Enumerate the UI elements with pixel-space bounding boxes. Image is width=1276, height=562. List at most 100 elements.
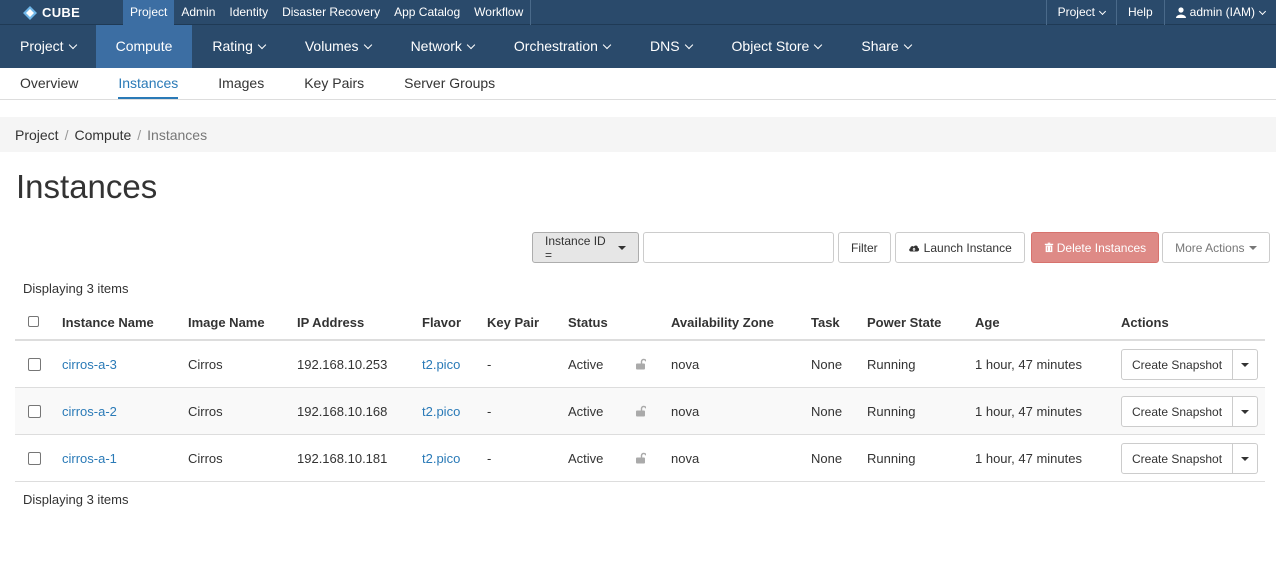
tab-key-pairs[interactable]: Key Pairs: [304, 68, 364, 99]
cloud-upload-icon: [908, 245, 919, 251]
chevron-down-icon: [68, 40, 77, 49]
caret-down-icon: [618, 245, 626, 250]
flavor-link[interactable]: t2.pico: [422, 357, 460, 372]
delete-instances-button[interactable]: Delete Instances: [1030, 232, 1160, 263]
power-state: Running: [867, 403, 916, 419]
table-row: cirros-a-3 Cirros 192.168.10.253 t2.pico…: [15, 341, 1265, 388]
create-snapshot-button[interactable]: Create Snapshot: [1121, 443, 1234, 474]
table-row: cirros-a-2 Cirros 192.168.10.168 t2.pico…: [15, 388, 1265, 435]
nav-share-label: Share: [861, 38, 899, 54]
filter-field-select[interactable]: Instance ID =: [532, 232, 639, 263]
nav-rating-label: Rating: [212, 38, 253, 54]
user-menu-label: admin (IAM): [1189, 5, 1255, 19]
project-dropdown[interactable]: Project: [1045, 0, 1116, 25]
topnav-admin[interactable]: Admin: [174, 0, 222, 25]
row-checkbox[interactable]: [28, 405, 41, 421]
nav-object-store[interactable]: Object Store: [712, 25, 842, 68]
nav-dns[interactable]: DNS: [630, 25, 712, 68]
topnav-workflow[interactable]: Workflow: [467, 0, 530, 25]
key-pair: -: [487, 356, 492, 372]
user-icon: [1175, 7, 1186, 18]
nav-network[interactable]: Network: [391, 25, 494, 68]
item-count-top: Displaying 3 items: [23, 281, 129, 296]
header-key-pair[interactable]: Key Pair: [487, 315, 539, 330]
chevron-down-icon: [1258, 7, 1267, 15]
trash-icon: [1044, 242, 1053, 253]
instance-name-link[interactable]: cirros-a-1: [62, 451, 117, 466]
instance-name-link[interactable]: cirros-a-2: [62, 404, 117, 419]
row-actions-dropdown-toggle[interactable]: [1233, 396, 1259, 427]
checkbox-box: [28, 358, 41, 371]
more-actions-button[interactable]: More Actions: [1162, 232, 1270, 263]
tab-images[interactable]: Images: [218, 68, 264, 99]
launch-instance-button[interactable]: Launch Instance: [894, 232, 1025, 263]
tab-instances[interactable]: Instances: [118, 68, 178, 99]
tab-overview[interactable]: Overview: [20, 68, 78, 99]
header-ip-address[interactable]: IP Address: [297, 315, 364, 330]
nav-compute-label: Compute: [115, 38, 173, 54]
task: None: [811, 403, 843, 419]
chevron-down-icon: [1098, 7, 1107, 15]
instance-name-link[interactable]: cirros-a-3: [62, 357, 117, 372]
filter-button[interactable]: Filter: [838, 232, 891, 263]
chevron-down-icon: [466, 40, 476, 49]
header-task[interactable]: Task: [811, 315, 840, 330]
table-toolbar: Instance ID = Filter Launch Instance Del…: [532, 232, 1270, 263]
topnav-project[interactable]: Project: [123, 0, 175, 25]
top-nav: Project Admin Identity Disaster Recovery…: [123, 0, 532, 25]
row-actions-dropdown-toggle[interactable]: [1233, 349, 1259, 380]
select-all-checkbox[interactable]: [28, 315, 39, 330]
header-flavor[interactable]: Flavor: [422, 315, 461, 330]
nav-volumes[interactable]: Volumes: [285, 25, 391, 68]
create-snapshot-button[interactable]: Create Snapshot: [1121, 396, 1234, 427]
row-actions-dropdown-toggle[interactable]: [1233, 443, 1259, 474]
more-actions-label: More Actions: [1175, 240, 1245, 255]
chevron-down-icon: [684, 40, 693, 49]
checkbox-box: [28, 452, 41, 465]
flavor-link[interactable]: t2.pico: [422, 451, 460, 466]
breadcrumb-project[interactable]: Project: [15, 127, 59, 143]
breadcrumb-compute[interactable]: Compute: [74, 127, 131, 143]
row-actions: Create Snapshot: [1121, 443, 1259, 474]
project-dropdown-label: Project: [1057, 5, 1095, 19]
availability-zone: nova: [671, 356, 700, 372]
launch-instance-label: Launch Instance: [923, 240, 1012, 255]
topnav-app-catalog[interactable]: App Catalog: [387, 0, 467, 25]
checkbox-box: [28, 405, 41, 418]
user-menu[interactable]: admin (IAM): [1163, 0, 1276, 25]
nav-orchestration[interactable]: Orchestration: [494, 25, 630, 68]
header-age[interactable]: Age: [975, 315, 1000, 330]
nav-orchestration-label: Orchestration: [513, 38, 598, 54]
create-snapshot-button[interactable]: Create Snapshot: [1121, 349, 1234, 380]
image-name: Cirros: [188, 356, 223, 372]
header-availability-zone[interactable]: Availability Zone: [671, 315, 774, 330]
header-status[interactable]: Status: [568, 315, 608, 330]
row-checkbox[interactable]: [28, 358, 41, 374]
header-image-name[interactable]: Image Name: [188, 315, 265, 330]
flavor-link[interactable]: t2.pico: [422, 404, 460, 419]
nav-compute[interactable]: Compute: [95, 25, 193, 68]
topnav-identity[interactable]: Identity: [222, 0, 275, 25]
header-power-state[interactable]: Power State: [867, 315, 941, 330]
header-instance-name[interactable]: Instance Name: [62, 315, 154, 330]
availability-zone: nova: [671, 450, 700, 466]
caret-down-icon: [1241, 362, 1250, 367]
brand[interactable]: CUBE: [22, 0, 80, 25]
nav-rating[interactable]: Rating: [192, 25, 284, 68]
availability-zone: nova: [671, 403, 700, 419]
nav-project[interactable]: Project: [0, 25, 96, 68]
caret-down-icon: [1241, 409, 1250, 414]
tab-server-groups[interactable]: Server Groups: [404, 68, 495, 99]
help-link[interactable]: Help: [1115, 0, 1164, 25]
breadcrumb: Project / Compute / Instances: [0, 117, 1276, 152]
row-checkbox[interactable]: [28, 452, 41, 468]
help-label: Help: [1127, 5, 1153, 19]
chevron-down-icon: [257, 40, 267, 49]
sub-nav: Overview Instances Images Key Pairs Serv…: [0, 68, 1276, 100]
topnav-disaster-recovery[interactable]: Disaster Recovery: [275, 0, 387, 25]
power-state: Running: [867, 450, 916, 466]
nav-share[interactable]: Share: [841, 25, 930, 68]
chevron-down-icon: [602, 40, 612, 49]
filter-input[interactable]: [643, 232, 834, 263]
status: Active: [568, 450, 604, 466]
